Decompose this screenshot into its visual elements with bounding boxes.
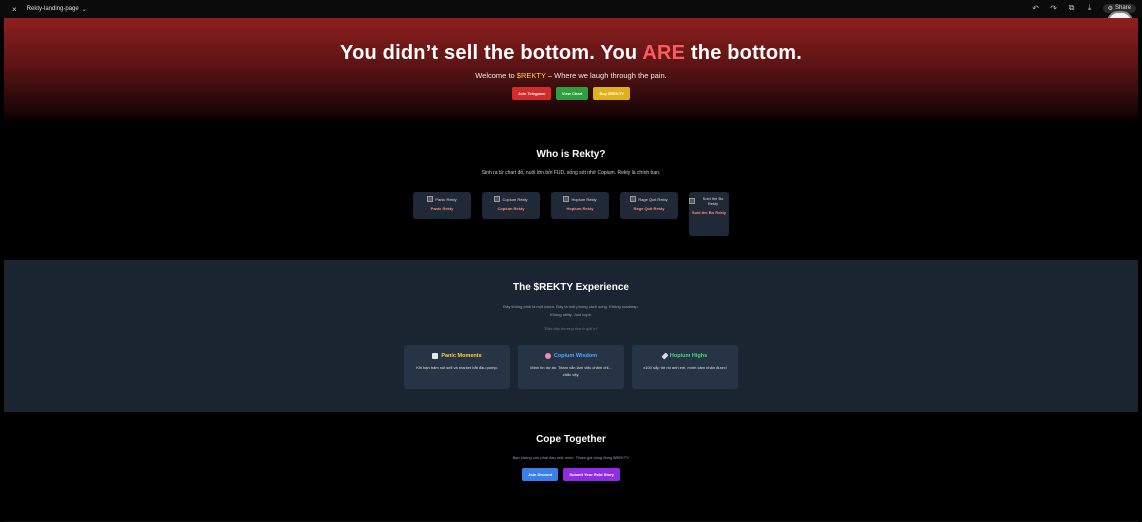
cope-title: Cope Together [536,434,606,445]
document-title[interactable]: Rekty-landing-page ⌄ [27,6,87,13]
broken-image: Sold the Bo Rekty [689,196,729,206]
hero-section: You didn’t sell the bottom. You ARE the … [4,18,1138,123]
download-icon[interactable]: ⤓ [1085,3,1095,13]
character-card: Panic Rekty Panic Rekty [413,192,471,219]
who-section: Who is Rekty? Sinh ra từ chart đỏ, nuôi … [4,123,1138,260]
image-alt-text: Panic Rekty [435,196,457,202]
broken-image: Panic Rekty [413,196,471,202]
character-card: Copium Rekty Copium Rekty [482,192,540,219]
undo-icon[interactable]: ↶ [1031,4,1041,13]
join-telegram-button[interactable]: Join Telegram [512,87,551,100]
image-alt-text: Sold the Bo Rekty [702,196,724,206]
ticker-label: $REKTY [516,71,546,80]
gear-icon: ⚙ [1107,5,1113,12]
image-alt-text: Rage Quit Rekty [638,196,668,202]
broken-image: Copium Rekty [482,196,540,202]
document-title-label: Rekty-landing-page [26,6,79,12]
view-chart-button[interactable]: View Chart [555,87,589,100]
brain-icon [544,353,551,359]
submit-story-button[interactable]: Submit Your Rekt Story [563,468,620,481]
top-bar: × Rekty-landing-page ⌄ ↶ ↷ ⧉ ⤓ ⚙ Share [0,0,1142,18]
image-placeholder-icon [689,198,695,204]
feature-title: Panic Moments [404,353,510,359]
feature-description: Khi bạn bấm nút sell và market bắt đầu p… [416,365,498,370]
feature-card: Panic Moments Khi bạn bấm nút sell và ma… [404,345,510,389]
feature-title-label: Copium Wisdom [553,353,598,359]
who-subtitle: Sinh ra từ chart đỏ, nuôi lớn bởi FUD, s… [481,170,661,176]
experience-description: Đây không phải là một token. Đây là một … [4,303,1138,319]
headline-part-c: the bottom. [685,42,802,64]
chevron-down-icon[interactable]: ⌄ [82,6,87,13]
cope-buttons: Join Discord Submit Your Rekt Story [4,468,1138,481]
cope-section: Cope Together Bạn không còn phải đau một… [4,412,1138,522]
image-alt-text: Copium Rekty [502,196,528,202]
character-name: Hopium Rekty [566,206,594,211]
experience-quote: "Bán đáy thương thành giải trí" [543,326,599,331]
character-cards: Panic Rekty Panic Rekty Copium Rekty Cop… [4,192,1138,236]
hero-subtitle: Welcome to $REKTY – Where we laugh throu… [4,71,1138,80]
broken-image: Hopium Rekty [551,196,609,202]
join-discord-button[interactable]: Join Discord [522,468,559,481]
newspaper-icon [432,353,439,359]
character-name: Sold the Bo Rekty [691,210,727,215]
subtitle-part-b: – Where we laugh through the pain. [545,71,667,80]
feature-title: Copium Wisdom [518,353,624,359]
rocket-icon [661,352,669,360]
image-placeholder-icon [563,196,570,202]
character-name: Panic Rekty [430,206,454,211]
landing-page: You didn’t sell the bottom. You ARE the … [4,18,1138,522]
hero-buttons: Join Telegram View Chart Buy $REKTY [4,87,1138,100]
subtitle-part-a: Welcome to [475,71,517,80]
description-line: Không utility. Just cope. [550,312,592,317]
headline-emphasis: ARE [642,42,686,64]
character-card: Hopium Rekty Hopium Rekty [551,192,609,219]
redo-icon[interactable]: ↷ [1049,4,1059,13]
character-card: Sold the Bo Rekty Sold the Bo Rekty [689,192,729,236]
feature-title-label: Panic Moments [441,353,482,359]
image-placeholder-icon [427,196,434,202]
character-card: Rage Quit Rekty Rage Quit Rekty [620,192,678,219]
feature-card: Copium Wisdom Mình tin dự án. Team vẫn l… [518,345,624,389]
headline-part-a: You didn’t sell the bottom. You [340,42,643,64]
character-name: Copium Rekty [497,206,525,211]
feature-title: Hopium Highs [632,352,738,360]
who-title: Who is Rekty? [536,149,606,160]
feature-cards: Panic Moments Khi bạn bấm nút sell và ma… [4,345,1138,389]
experience-section: The $REKTY Experience Đây không phải là … [4,260,1138,412]
image-placeholder-icon [494,196,501,202]
character-name: Rage Quit Rekty [633,206,665,211]
feature-title-label: Hopium Highs [669,353,708,359]
feature-card: Hopium Highs x100 sắp tới rồi anh em, mì… [632,345,738,389]
image-alt-text: Hopium Rekty [571,196,597,202]
feature-description: x100 sắp tới rồi anh em, mình cảm nhận đ… [643,365,727,370]
image-placeholder-icon [630,196,637,202]
description-line: Đây không phải là một token. Đây là một … [503,304,639,309]
hero-headline: You didn’t sell the bottom. You ARE the … [4,42,1138,65]
cope-subtitle: Bạn không còn phải đau một mình. Tham gi… [512,455,630,460]
copy-icon[interactable]: ⧉ [1067,3,1077,13]
close-icon[interactable]: × [12,5,17,14]
feature-description: Mình tin dự án. Team vẫn làm việc chăm c… [530,365,612,377]
broken-image: Rage Quit Rekty [620,196,678,202]
buy-rekty-button[interactable]: Buy $REKTY [593,87,630,100]
experience-title: The $REKTY Experience [513,282,629,293]
